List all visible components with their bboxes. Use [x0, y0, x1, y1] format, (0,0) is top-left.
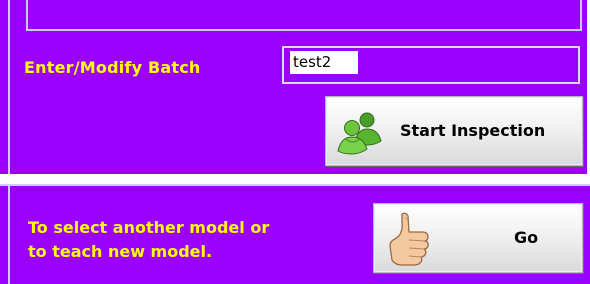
panel-left-border [8, 186, 10, 284]
users-icon [337, 112, 382, 155]
go-label: Go [514, 228, 539, 247]
batch-input-value[interactable]: test2 [290, 51, 358, 74]
batch-label: Enter/Modify Batch [24, 58, 201, 77]
start-inspection-label: Start Inspection [400, 121, 546, 140]
inspection-screen: Enter/Modify Batch test2 Start Inspectio… [0, 0, 590, 284]
go-button[interactable]: Go [373, 203, 583, 273]
batch-panel: Enter/Modify Batch test2 Start Inspectio… [0, 0, 590, 174]
panel-left-border [8, 0, 10, 174]
instruction-line-2: to teach new model. [28, 242, 213, 261]
top-frame-box [26, 0, 582, 31]
thumbs-up-icon [389, 212, 429, 266]
start-inspection-button[interactable]: Start Inspection [325, 96, 583, 166]
model-instructions: To select another model or to teach new … [28, 216, 269, 264]
instruction-line-1: To select another model or [28, 218, 270, 237]
